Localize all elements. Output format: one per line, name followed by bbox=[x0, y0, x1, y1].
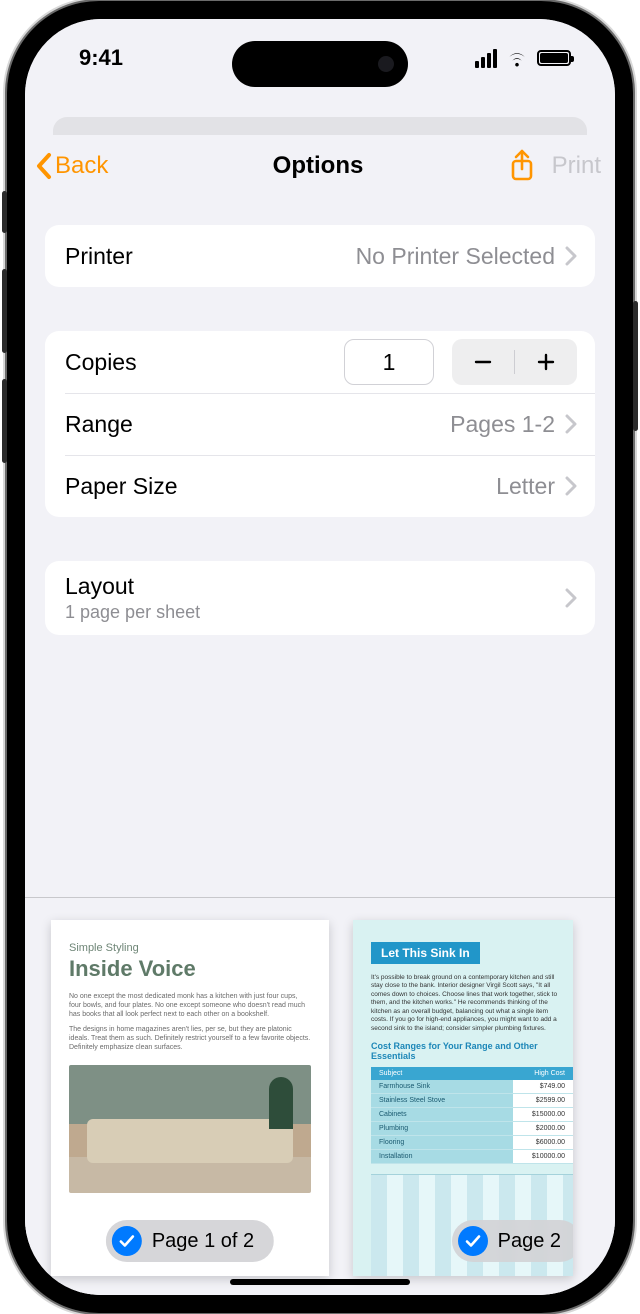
page-2-badge[interactable]: Page 2 bbox=[452, 1220, 573, 1262]
thumb2-table-row: Farmhouse Sink$749.00 bbox=[371, 1080, 573, 1094]
printer-value: No Printer Selected bbox=[356, 243, 555, 270]
page-2-badge-text: Page 2 bbox=[498, 1230, 561, 1253]
print-button[interactable]: Print bbox=[552, 152, 601, 180]
chevron-back-icon bbox=[35, 152, 53, 180]
chevron-right-icon bbox=[565, 414, 577, 434]
thumb2-table: Subject High Cost Farmhouse Sink$749.00S… bbox=[371, 1067, 573, 1164]
thumb2-table-row: Flooring$6000.00 bbox=[371, 1136, 573, 1150]
range-label: Range bbox=[65, 411, 133, 438]
thumb2-table-row: Plumbing$2000.00 bbox=[371, 1122, 573, 1136]
status-time: 9:41 bbox=[79, 45, 123, 71]
wifi-icon bbox=[505, 49, 529, 67]
printer-row[interactable]: Printer No Printer Selected bbox=[45, 225, 595, 287]
preview-area[interactable]: Simple Styling Inside Voice No one excep… bbox=[25, 897, 615, 1295]
copies-field[interactable]: 1 bbox=[344, 339, 434, 385]
thumb2-intro: It's possible to break ground on a conte… bbox=[371, 974, 573, 1033]
thumb2-table-row: Stainless Steel Stove$2599.00 bbox=[371, 1094, 573, 1108]
check-icon bbox=[458, 1226, 488, 1256]
chevron-right-icon bbox=[565, 246, 577, 266]
layout-label: Layout bbox=[65, 573, 200, 600]
paper-size-row[interactable]: Paper Size Letter bbox=[45, 455, 595, 517]
nav-bar: Back Options Print bbox=[25, 135, 615, 197]
volume-up-button bbox=[2, 269, 7, 353]
thumb2-table-row: Installation$10000.00 bbox=[371, 1150, 573, 1164]
layout-row[interactable]: Layout 1 page per sheet bbox=[45, 561, 595, 635]
layout-group: Layout 1 page per sheet bbox=[45, 561, 595, 635]
back-label: Back bbox=[55, 152, 108, 180]
card-stack-hint bbox=[53, 117, 587, 137]
chevron-right-icon bbox=[565, 588, 577, 608]
thumb2-th-cost: High Cost bbox=[513, 1067, 573, 1080]
layout-sub: 1 page per sheet bbox=[65, 602, 200, 623]
battery-icon bbox=[537, 50, 571, 66]
page-1-badge-text: Page 1 of 2 bbox=[152, 1230, 254, 1253]
copies-stepper bbox=[452, 339, 577, 385]
settings-group: Copies 1 bbox=[45, 331, 595, 517]
home-indicator[interactable] bbox=[230, 1279, 410, 1285]
paper-size-value: Letter bbox=[496, 473, 555, 500]
status-icons bbox=[475, 49, 571, 68]
page-thumbnail-2[interactable]: Let This Sink In It's possible to break … bbox=[353, 920, 573, 1276]
content: Printer No Printer Selected Copies 1 bbox=[25, 197, 615, 635]
copies-minus-button[interactable] bbox=[452, 339, 514, 385]
range-value: Pages 1-2 bbox=[450, 411, 555, 438]
print-options-sheet: Back Options Print bbox=[25, 135, 615, 1295]
phone-frame: 9:41 Bac bbox=[7, 1, 633, 1313]
thumb1-subtitle: Simple Styling bbox=[69, 942, 311, 954]
thumb1-para1: No one except the most dedicated monk ha… bbox=[69, 992, 311, 1019]
range-row[interactable]: Range Pages 1-2 bbox=[45, 393, 595, 455]
thumb2-th-subject: Subject bbox=[371, 1067, 513, 1080]
thumb1-para2: The designs in home magazines aren't lie… bbox=[69, 1025, 311, 1052]
dynamic-island bbox=[232, 41, 408, 87]
paper-size-label: Paper Size bbox=[65, 473, 178, 500]
printer-label: Printer bbox=[65, 243, 133, 270]
copies-row: Copies 1 bbox=[45, 331, 595, 393]
thumb2-heading: Let This Sink In bbox=[371, 942, 480, 964]
power-button bbox=[633, 301, 638, 431]
printer-group: Printer No Printer Selected bbox=[45, 225, 595, 287]
page-title: Options bbox=[195, 152, 441, 180]
check-icon bbox=[112, 1226, 142, 1256]
screen: 9:41 Bac bbox=[25, 19, 615, 1295]
share-button[interactable] bbox=[508, 149, 536, 183]
cellular-icon bbox=[475, 49, 497, 68]
side-button bbox=[2, 191, 7, 233]
thumb1-title: Inside Voice bbox=[69, 956, 311, 982]
volume-down-button bbox=[2, 379, 7, 463]
page-1-badge[interactable]: Page 1 of 2 bbox=[106, 1220, 274, 1262]
page-thumbnail-1[interactable]: Simple Styling Inside Voice No one excep… bbox=[51, 920, 329, 1276]
thumb2-section-title: Cost Ranges for Your Range and Other Ess… bbox=[371, 1041, 573, 1061]
back-button[interactable]: Back bbox=[35, 152, 195, 180]
copies-plus-button[interactable] bbox=[515, 339, 577, 385]
chevron-right-icon bbox=[565, 476, 577, 496]
thumb1-image bbox=[69, 1065, 311, 1193]
copies-label: Copies bbox=[65, 349, 137, 376]
thumb2-table-row: Cabinets$15000.00 bbox=[371, 1108, 573, 1122]
